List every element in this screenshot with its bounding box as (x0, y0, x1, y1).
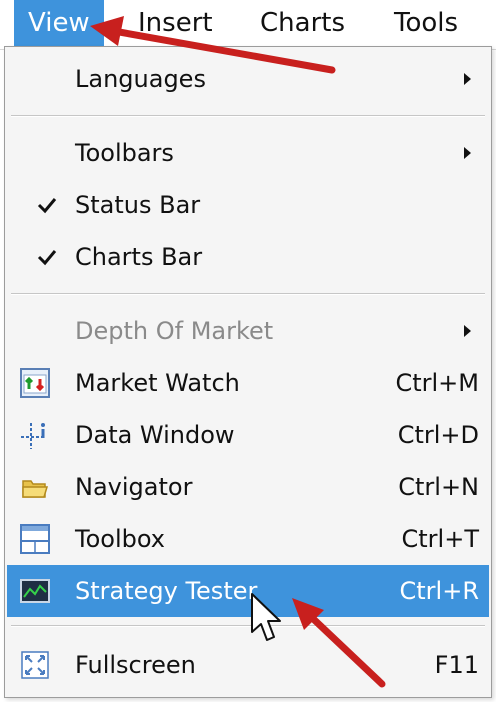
menu-item-label: Status Bar (75, 191, 201, 219)
menu-insert[interactable]: Insert (124, 0, 227, 46)
menu-item-fullscreen[interactable]: Fullscreen F11 (7, 639, 489, 691)
fullscreen-icon (21, 651, 49, 679)
menu-item-label: Toolbox (75, 525, 165, 553)
menu-item-label: Market Watch (75, 369, 240, 397)
menu-view[interactable]: View (14, 0, 104, 46)
menu-tools[interactable]: Tools (380, 0, 472, 46)
checkmark-icon (37, 250, 57, 266)
menu-item-navigator[interactable]: Navigator Ctrl+N (7, 461, 489, 513)
shortcut-label: Ctrl+R (399, 577, 480, 605)
menu-item-label: Fullscreen (75, 651, 196, 679)
menu-item-label: Languages (75, 65, 206, 93)
menu-separator (11, 293, 485, 295)
view-dropdown-menu: Languages Toolbars Status Bar Charts Bar… (4, 46, 492, 698)
shortcut-label: Ctrl+D (397, 421, 479, 449)
menu-item-label: Data Window (75, 421, 235, 449)
shortcut-label: Ctrl+T (401, 525, 479, 553)
menu-item-label: Charts Bar (75, 243, 203, 271)
menu-item-depth-of-market[interactable]: Depth Of Market (7, 305, 489, 357)
menu-item-label: Depth Of Market (75, 317, 274, 345)
checkmark-icon (37, 198, 57, 214)
submenu-arrow-icon (464, 147, 471, 159)
submenu-arrow-icon (464, 325, 471, 337)
data-window-icon (21, 423, 45, 449)
toolbox-icon (20, 524, 50, 554)
market-watch-icon (20, 368, 50, 398)
menu-item-data-window[interactable]: Data Window Ctrl+D (7, 409, 489, 461)
menu-item-label: Toolbars (75, 139, 174, 167)
shortcut-label: F11 (434, 651, 479, 679)
menu-item-label: Navigator (75, 473, 193, 501)
menu-item-market-watch[interactable]: Market Watch Ctrl+M (7, 357, 489, 409)
menu-separator (11, 115, 485, 117)
menu-item-toolbars[interactable]: Toolbars (7, 127, 489, 179)
shortcut-label: Ctrl+M (395, 369, 479, 397)
menu-item-status-bar[interactable]: Status Bar (7, 179, 489, 231)
submenu-arrow-icon (464, 73, 471, 85)
menu-item-label: Strategy Tester (75, 577, 258, 605)
menu-item-charts-bar[interactable]: Charts Bar (7, 231, 489, 283)
menu-charts[interactable]: Charts (246, 0, 359, 46)
menu-item-languages[interactable]: Languages (7, 53, 489, 105)
shortcut-label: Ctrl+N (398, 473, 479, 501)
menu-bar: View Insert Charts Tools (0, 0, 496, 50)
navigator-folder-icon (22, 480, 49, 498)
menu-item-toolbox[interactable]: Toolbox Ctrl+T (7, 513, 489, 565)
strategy-tester-icon (20, 579, 50, 603)
menu-separator (11, 625, 485, 627)
menu-item-strategy-tester[interactable]: Strategy Tester Ctrl+R (7, 565, 489, 617)
